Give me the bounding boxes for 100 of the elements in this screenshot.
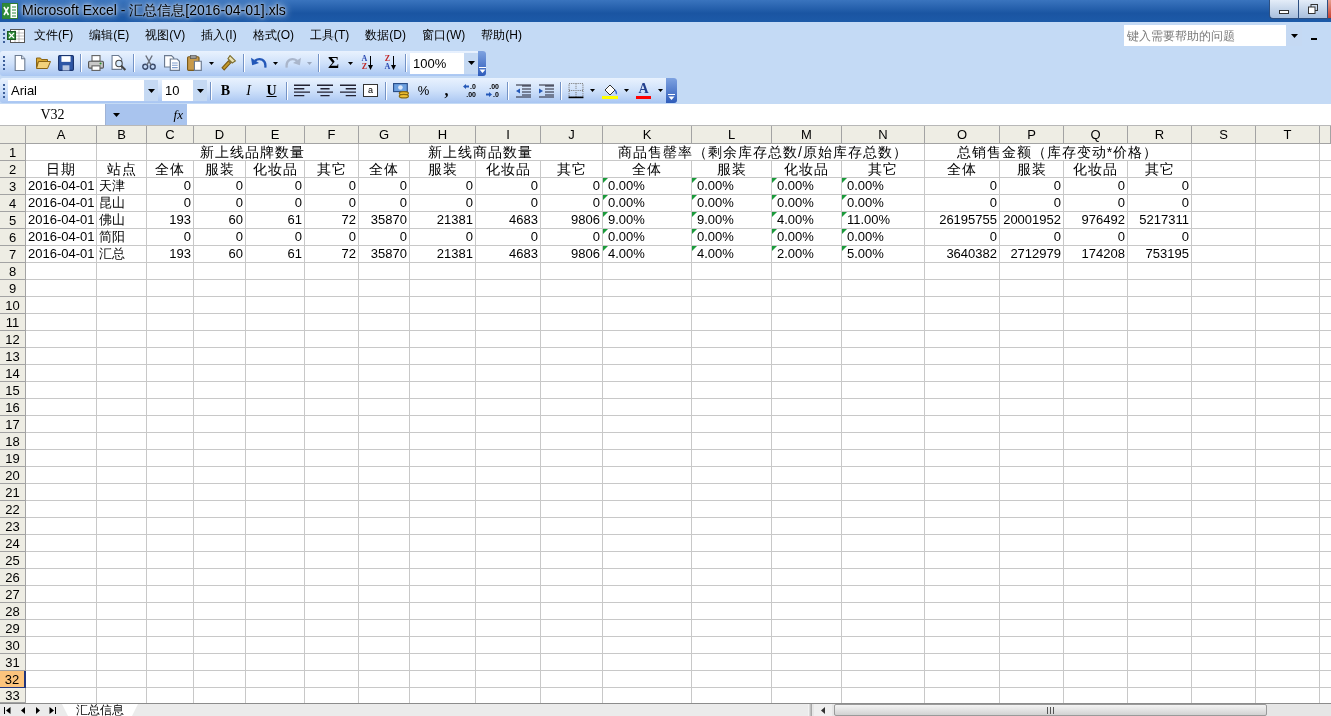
sheet-tab[interactable]: 汇总信息 [62, 704, 138, 716]
column-header[interactable]: G [359, 126, 410, 144]
column-header[interactable]: O [925, 126, 1000, 144]
row-header[interactable]: 28 [0, 603, 26, 620]
row-header[interactable]: 21 [0, 484, 26, 501]
column-header[interactable]: J [541, 126, 603, 144]
merge-center-button[interactable]: a [359, 79, 382, 102]
caret-icon [307, 61, 312, 65]
column-header[interactable]: H [410, 126, 476, 144]
table-cell-text: 0 [293, 195, 303, 212]
column-header[interactable]: D [194, 126, 246, 144]
column-header[interactable]: C [147, 126, 194, 144]
row-header[interactable]: 17 [0, 416, 26, 433]
row-header[interactable]: 8 [0, 263, 26, 280]
column-header[interactable]: E [246, 126, 305, 144]
zoom-field[interactable]: 100% [410, 52, 464, 74]
toolbar-options-button[interactable] [666, 78, 677, 103]
tab-split-handle[interactable] [808, 704, 812, 716]
menu-item[interactable]: 窗口(W) [422, 27, 466, 44]
menu-item[interactable]: 帮助(H) [481, 27, 522, 44]
column-header[interactable]: Q [1064, 126, 1128, 144]
row-header[interactable]: 4 [0, 195, 26, 212]
restore-button[interactable] [1298, 0, 1327, 19]
row-header[interactable]: 13 [0, 348, 26, 365]
sort-descending-button[interactable]: Z A [379, 52, 402, 74]
dropdown-button[interactable] [464, 52, 478, 74]
row-header[interactable]: 16 [0, 399, 26, 416]
column-header[interactable]: P [1000, 126, 1064, 144]
row-header[interactable]: 14 [0, 365, 26, 382]
row-header[interactable]: 10 [0, 297, 26, 314]
row-header[interactable]: 25 [0, 552, 26, 569]
row-header[interactable]: 11 [0, 314, 26, 331]
caret-icon [478, 66, 486, 73]
table-cell-text: 72 [340, 246, 357, 263]
align-center-icon [316, 82, 333, 99]
row-header[interactable]: 19 [0, 450, 26, 467]
menu-item[interactable]: 数据(D) [365, 27, 406, 44]
row-header[interactable]: 29 [0, 620, 26, 637]
row-header[interactable]: 23 [0, 518, 26, 535]
column-header[interactable]: B [97, 126, 147, 144]
row-header[interactable]: 26 [0, 569, 26, 586]
menu-item[interactable]: 插入(I) [201, 27, 237, 44]
column-header[interactable]: M [772, 126, 842, 144]
column-header[interactable]: A [26, 126, 97, 144]
font-size-field[interactable]: 10 [162, 80, 193, 101]
column-header[interactable]: L [692, 126, 772, 144]
column-header[interactable]: F [305, 126, 359, 144]
menu-item[interactable]: 文件(F) [34, 27, 74, 44]
table-cell-text: 2016-04-01 [27, 229, 96, 246]
menu-item[interactable]: 视图(V) [145, 27, 186, 44]
down-arrow-icon [391, 56, 397, 70]
row-header[interactable]: 27 [0, 586, 26, 603]
percent-button[interactable]: % [412, 79, 435, 102]
row-header[interactable]: 12 [0, 331, 26, 348]
row-header[interactable]: 9 [0, 280, 26, 297]
insert-function-button[interactable]: fx [171, 106, 185, 123]
font-color-button[interactable]: A [632, 79, 655, 102]
menu-item[interactable]: 格式(O) [252, 27, 294, 44]
underline-button[interactable]: U [260, 79, 283, 102]
column-header[interactable]: T [1256, 126, 1320, 144]
column-header[interactable]: S [1192, 126, 1256, 144]
comma-button[interactable]: , [435, 79, 458, 102]
menu-item[interactable]: 工具(T) [310, 27, 350, 44]
row-header[interactable]: 15 [0, 382, 26, 399]
column-header[interactable]: N [842, 126, 925, 144]
row-header[interactable]: 18 [0, 433, 26, 450]
row-header[interactable]: 30 [0, 637, 26, 654]
row-header[interactable]: 24 [0, 535, 26, 552]
row-header[interactable]: 6 [0, 229, 26, 246]
column-header[interactable]: K [603, 126, 692, 144]
close-button[interactable] [1327, 0, 1331, 19]
menu-item[interactable]: 编辑(E) [89, 27, 130, 44]
row-header[interactable]: 22 [0, 501, 26, 518]
bold-button[interactable]: B [214, 79, 237, 102]
column-header[interactable]: I [476, 126, 541, 144]
help-search-field[interactable]: 键入需要帮助的问题 [1124, 25, 1286, 46]
sort-ascending-button[interactable]: A Z [356, 52, 379, 74]
scrollbar-thumb[interactable] [834, 704, 1267, 716]
font-name-field[interactable]: Arial [8, 80, 144, 101]
dropdown-button[interactable] [144, 80, 158, 101]
row-header[interactable]: 20 [0, 467, 26, 484]
row-header[interactable]: 3 [0, 178, 26, 195]
row-header[interactable]: 2 [0, 161, 26, 178]
row-header[interactable]: 5 [0, 212, 26, 229]
row-header[interactable]: 32 [0, 671, 26, 688]
spreadsheet-icon[interactable] [7, 27, 25, 44]
scroll-left-button[interactable] [814, 704, 832, 716]
two-pages-icon [163, 55, 180, 71]
column-header[interactable]: R [1128, 126, 1192, 144]
toolbar-options-button[interactable] [478, 50, 486, 76]
dropdown-button[interactable] [193, 80, 207, 101]
row-header[interactable]: 7 [0, 246, 26, 263]
row-header[interactable]: 1 [0, 144, 26, 161]
row-header[interactable]: 33 [0, 688, 26, 703]
horizontal-scrollbar[interactable] [812, 704, 1331, 716]
minimize-button[interactable] [1269, 0, 1298, 19]
autosum-button[interactable]: Σ [322, 52, 345, 74]
table-cell-text: 0 [182, 229, 192, 246]
row-header[interactable]: 31 [0, 654, 26, 671]
italic-button[interactable]: I [237, 79, 260, 102]
